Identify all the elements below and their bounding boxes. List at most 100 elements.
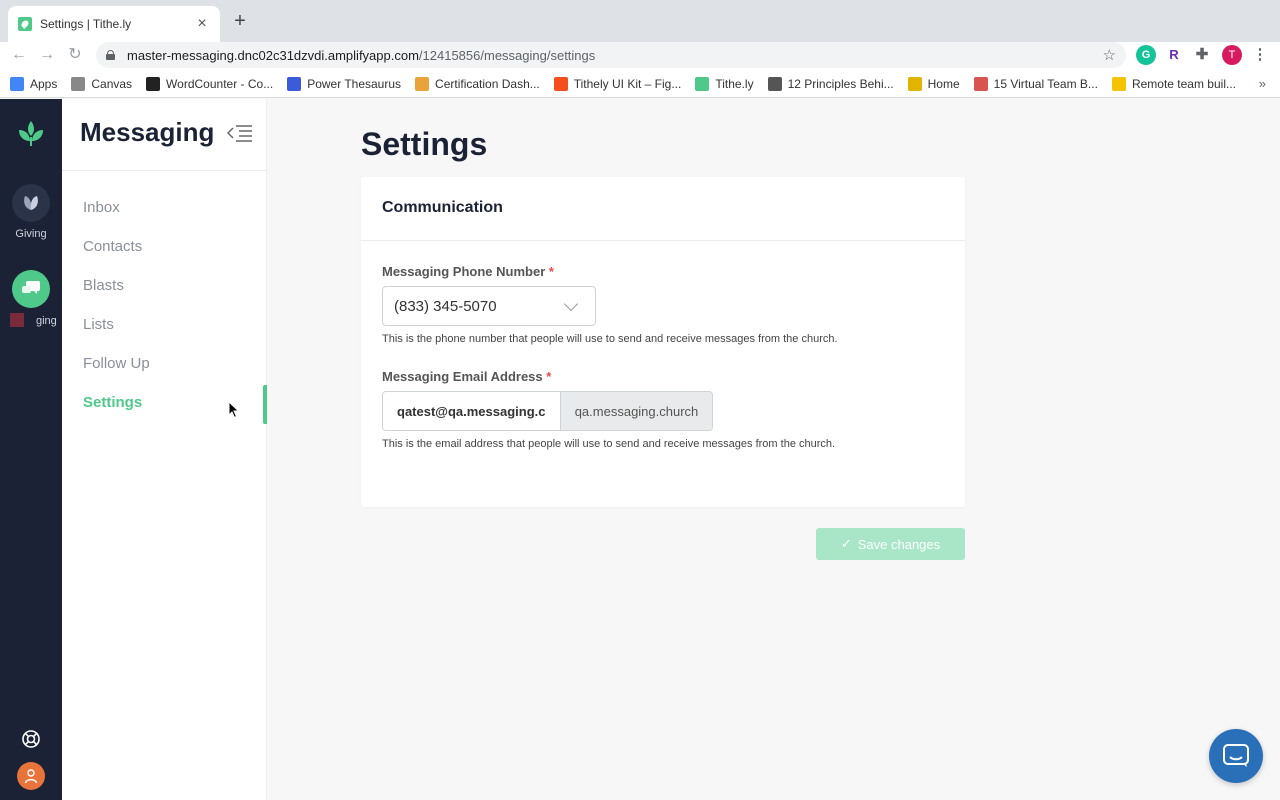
wordcounter-icon — [146, 76, 161, 91]
url-path: /12415856/messaging/settings — [418, 47, 596, 63]
page-title: Settings — [361, 126, 488, 162]
tab-title: Settings | Tithe.ly — [40, 17, 132, 31]
email-username-field[interactable] — [383, 392, 560, 430]
back-arrow-icon[interactable]: ← — [8, 44, 30, 66]
bookmark-label: Power Thesaurus — [307, 76, 402, 91]
sidebar-nav: Inbox Contacts Blasts Lists Follow Up Se… — [62, 190, 267, 424]
sidebar-item-lists[interactable]: Lists — [62, 307, 267, 346]
close-tab-icon[interactable]: × — [194, 16, 210, 32]
home-icon — [907, 76, 922, 91]
bookmark-label: Certification Dash... — [435, 76, 540, 91]
sidebar-header: Messaging — [62, 99, 266, 171]
remote-team-icon — [1111, 76, 1126, 91]
browser-toolbar: ← → ↻ master-messaging.dnc02c31dzvdi.amp… — [0, 42, 1280, 70]
main-content: Settings Communication Messaging Phone N… — [267, 99, 1280, 800]
email-address-label: Messaging Email Address * — [382, 369, 551, 384]
address-bar[interactable]: master-messaging.dnc02c31dzvdi.amplifyap… — [96, 42, 1126, 68]
card-header: Communication — [361, 177, 965, 241]
phone-number-label: Messaging Phone Number * — [382, 264, 554, 279]
bookmark-item[interactable]: Power Thesaurus — [287, 76, 402, 91]
sidebar-item-blasts[interactable]: Blasts — [62, 268, 267, 307]
r-extension-icon[interactable]: R — [1164, 45, 1184, 65]
bookmark-label: Remote team buil... — [1131, 76, 1236, 91]
bookmark-label: Tithely UI Kit – Fig... — [573, 76, 682, 91]
chat-bubbles-icon — [22, 281, 40, 294]
required-mark: * — [546, 369, 552, 384]
sidebar-item-inbox[interactable]: Inbox — [62, 190, 267, 229]
bookmarks-bar: Apps Canvas WordCounter - Co... Power Thesa… — [0, 70, 1280, 98]
user-avatar[interactable] — [17, 762, 45, 790]
phone-number-select[interactable]: (833) 345-5070 — [382, 286, 596, 326]
apps-grid-icon — [10, 76, 24, 91]
save-button-label: Save changes — [857, 536, 941, 552]
giving-leaf-icon — [24, 196, 38, 210]
reload-icon[interactable]: ↻ — [64, 44, 86, 66]
browser-menu-icon[interactable]: ⋮ — [1250, 45, 1270, 65]
user-icon — [24, 769, 38, 784]
browser-tab-bar: Settings | Tithe.ly × + — [0, 0, 1280, 42]
url-text: master-messaging.dnc02c31dzvdi.amplifyap… — [127, 48, 1103, 63]
email-domain-suffix: qa.messaging.church — [560, 392, 712, 430]
card-title: Communication — [382, 199, 503, 216]
app-rail: Giving ging — [0, 99, 62, 800]
phone-number-value: (833) 345-5070 — [394, 297, 497, 315]
certification-icon — [415, 76, 430, 91]
figma-icon — [553, 76, 568, 91]
bookmark-star-icon[interactable]: ☆ — [1103, 46, 1116, 64]
email-help-text: This is the email address that people wi… — [382, 438, 836, 450]
email-input-group: qa.messaging.church — [382, 391, 713, 431]
sidebar-title: Messaging — [80, 117, 215, 147]
bookmark-item[interactable]: Apps — [10, 76, 58, 91]
mouse-cursor-icon — [228, 401, 240, 419]
help-lifebuoy-icon[interactable] — [20, 728, 42, 750]
phone-help-text: This is the phone number that people wil… — [382, 333, 838, 345]
bookmark-label: 12 Principles Behi... — [787, 76, 894, 91]
bookmark-label: Apps — [30, 76, 58, 91]
bookmarks-overflow-icon[interactable]: » — [1259, 76, 1266, 91]
virtual-team-icon — [973, 76, 988, 91]
bookmark-item[interactable]: Tithe.ly — [695, 76, 754, 91]
collapse-sidebar-icon[interactable] — [227, 124, 253, 142]
bookmark-item[interactable]: 15 Virtual Team B... — [973, 76, 1098, 91]
messaging-app-button[interactable] — [12, 270, 50, 308]
url-host: master-messaging.dnc02c31dzvdi.amplifyap… — [127, 47, 419, 63]
principles-icon — [767, 76, 782, 91]
bookmark-label: 15 Virtual Team B... — [993, 76, 1098, 91]
bookmark-item[interactable]: Canvas — [71, 76, 132, 91]
tithely-logo-icon[interactable] — [15, 117, 47, 149]
bookmark-item[interactable]: Certification Dash... — [415, 76, 540, 91]
checkmark-icon: ✓ — [840, 536, 852, 551]
email-label-text: Messaging Email Address — [382, 369, 543, 384]
bookmark-item[interactable]: Remote team buil... — [1111, 76, 1236, 91]
chevron-down-icon — [563, 296, 579, 311]
profile-avatar[interactable]: T — [1222, 45, 1242, 65]
tooltip-swatch — [10, 313, 24, 327]
bookmark-item[interactable]: 12 Principles Behi... — [767, 76, 894, 91]
sidebar-item-follow-up[interactable]: Follow Up — [62, 346, 267, 385]
tithely-icon — [695, 76, 710, 91]
forward-arrow-icon[interactable]: → — [36, 44, 58, 66]
communication-card: Communication Messaging Phone Number * (… — [361, 177, 965, 507]
power-thesaurus-icon — [287, 76, 302, 91]
canvas-icon — [71, 76, 86, 91]
grammarly-extension-icon[interactable]: G — [1136, 45, 1156, 65]
messaging-sidebar: Messaging Inbox Contacts Blasts Lists Fo… — [62, 99, 267, 800]
browser-tab[interactable]: Settings | Tithe.ly × — [8, 6, 220, 42]
messaging-label: ging — [36, 315, 57, 327]
tithely-favicon-icon — [18, 17, 32, 31]
chat-launcher-button[interactable] — [1209, 729, 1263, 783]
new-tab-icon[interactable]: + — [230, 11, 250, 31]
chat-icon — [1223, 744, 1249, 767]
bookmark-label: Home — [927, 76, 960, 91]
bookmark-item[interactable]: Tithely UI Kit – Fig... — [553, 76, 682, 91]
giving-app-button[interactable] — [12, 184, 50, 222]
bookmark-item[interactable]: Home — [907, 76, 960, 91]
bookmark-item[interactable]: WordCounter - Co... — [146, 76, 274, 91]
phone-label-text: Messaging Phone Number — [382, 264, 546, 279]
giving-label: Giving — [15, 228, 47, 240]
lock-icon — [106, 50, 115, 60]
save-changes-button[interactable]: ✓ Save changes — [816, 528, 965, 560]
sidebar-item-contacts[interactable]: Contacts — [62, 229, 267, 268]
extensions-puzzle-icon[interactable]: ✚ — [1192, 45, 1212, 65]
bookmark-label: WordCounter - Co... — [166, 76, 274, 91]
